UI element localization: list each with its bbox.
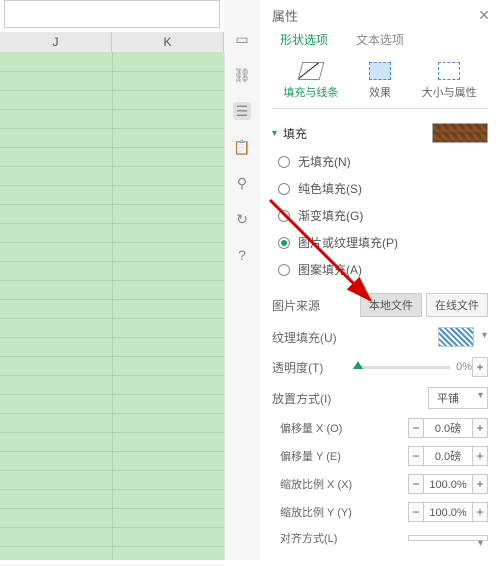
opacity-row: 透明度(T) 0% +	[272, 352, 488, 382]
side-toolbar: ▭ ⛓ ☰ 📋 ⚲ ↻ ?	[224, 0, 260, 560]
subtab-fill[interactable]: 填充与线条	[283, 62, 338, 100]
tile-mode-row: 放置方式(I) 平铺	[272, 382, 488, 414]
tab-text-options[interactable]: 文本选项	[356, 31, 404, 48]
source-label: 图片来源	[272, 297, 320, 314]
opacity-label: 透明度(T)	[272, 359, 323, 376]
spreadsheet-area: J K	[0, 0, 224, 560]
fill-section-header[interactable]: ▾ 填充	[272, 123, 488, 143]
tile-dropdown[interactable]: 平铺	[428, 387, 488, 409]
sub-tabs: 填充与线条 效果 大小与属性	[260, 56, 500, 104]
scale-y-label: 缩放比例 Y (Y)	[272, 504, 352, 520]
size-icon	[438, 62, 460, 80]
offset-x-label: 偏移量 X (O)	[272, 420, 342, 436]
collapse-icon: ▾	[272, 128, 277, 139]
texture-row: 纹理填充(U)	[272, 322, 488, 352]
col-header-j[interactable]: J	[0, 32, 112, 52]
panel-header: 属性 ✕	[260, 0, 500, 27]
online-file-button[interactable]: 在线文件	[426, 293, 488, 317]
texture-label: 纹理填充(U)	[272, 329, 337, 346]
main-tabs: 形状选项 文本选项	[260, 27, 500, 56]
texture-picker[interactable]	[438, 327, 474, 347]
settings-icon[interactable]: ☰	[233, 102, 251, 120]
grid-cells[interactable]	[0, 52, 224, 560]
local-file-button[interactable]: 本地文件	[360, 293, 422, 317]
panel-title: 属性	[272, 6, 298, 25]
scale-y-stepper[interactable]: −100.0%+	[408, 502, 488, 522]
effect-icon	[369, 62, 391, 80]
fill-section: ▾ 填充 无填充(N) 纯色填充(S) 渐变填充(G) 图片或纹理填充(P) 图…	[260, 113, 500, 560]
opacity-stepper[interactable]: 0% +	[456, 357, 488, 377]
radio-pattern-fill[interactable]: 图案填充(A)	[278, 261, 488, 278]
fill-type-radios: 无填充(N) 纯色填充(S) 渐变填充(G) 图片或纹理填充(P) 图案填充(A…	[272, 153, 488, 278]
formula-bar[interactable]	[4, 0, 220, 28]
align-dropdown[interactable]	[408, 535, 488, 541]
clipboard-icon[interactable]: 📋	[233, 138, 251, 156]
properties-panel: 属性 ✕ 形状选项 文本选项 填充与线条 效果 大小与属性 ▾ 填充 无填充	[260, 0, 500, 560]
help-icon[interactable]: ?	[233, 246, 251, 264]
opacity-slider[interactable]	[353, 366, 450, 369]
radio-picture-fill[interactable]: 图片或纹理填充(P)	[278, 234, 488, 251]
cursor-icon[interactable]: ▭	[233, 30, 251, 48]
offset-y-label: 偏移量 Y (E)	[272, 448, 341, 464]
search-icon[interactable]: ⚲	[233, 174, 251, 192]
col-header-k[interactable]: K	[112, 32, 224, 52]
align-label: 对齐方式(L)	[272, 530, 337, 546]
picture-source-row: 图片来源 本地文件 在线文件	[272, 288, 488, 322]
tile-label: 放置方式(I)	[272, 390, 331, 407]
tab-shape-options[interactable]: 形状选项	[280, 31, 328, 48]
refresh-icon[interactable]: ↻	[233, 210, 251, 228]
scale-x-stepper[interactable]: −100.0%+	[408, 474, 488, 494]
link-icon[interactable]: ⛓	[233, 66, 251, 84]
fill-line-icon	[297, 62, 324, 80]
subtab-size[interactable]: 大小与属性	[422, 62, 477, 100]
radio-solid-fill[interactable]: 纯色填充(S)	[278, 180, 488, 197]
opacity-plus[interactable]: +	[472, 357, 488, 377]
radio-gradient-fill[interactable]: 渐变填充(G)	[278, 207, 488, 224]
close-icon[interactable]: ✕	[478, 7, 490, 24]
fill-title: 填充	[283, 125, 307, 142]
offset-y-stepper[interactable]: −0.0磅+	[408, 446, 488, 466]
column-headers: J K	[0, 32, 224, 52]
scale-x-label: 缩放比例 X (X)	[272, 476, 352, 492]
offset-x-stepper[interactable]: −0.0磅+	[408, 418, 488, 438]
fill-swatch[interactable]	[432, 123, 488, 143]
radio-no-fill[interactable]: 无填充(N)	[278, 153, 488, 170]
subtab-effect[interactable]: 效果	[369, 62, 391, 100]
